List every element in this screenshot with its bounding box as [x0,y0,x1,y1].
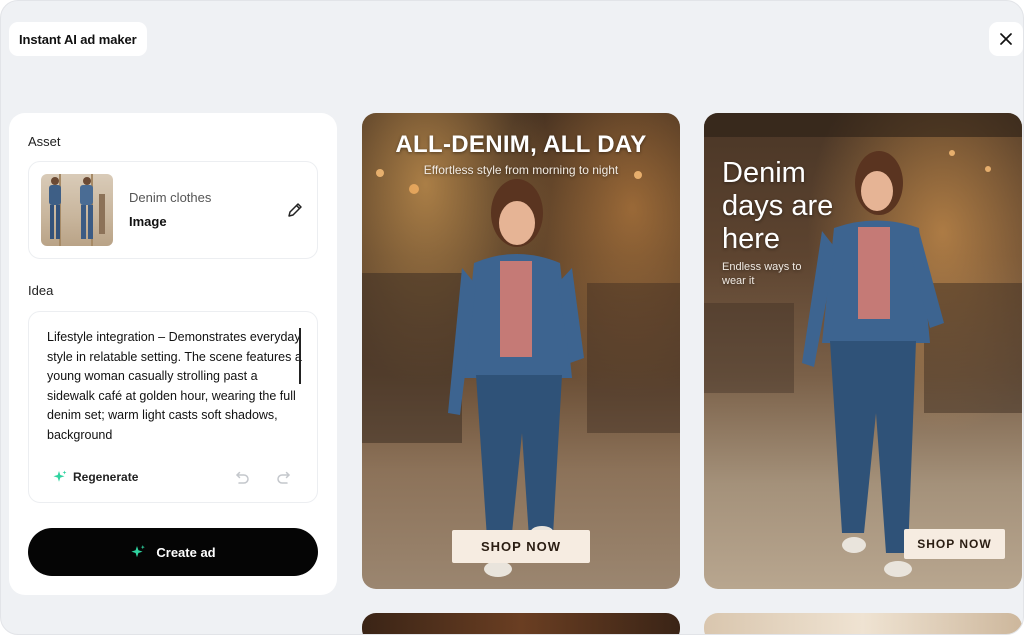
asset-card[interactable]: Denim clothes Image [28,161,318,259]
ad-photo-illustration [362,169,680,577]
edit-asset-button[interactable] [285,200,305,220]
undo-button[interactable] [233,470,251,486]
text-cursor [299,328,301,384]
idea-section-label: Idea [28,283,54,298]
idea-textarea[interactable]: Lifestyle integration – Demonstrates eve… [47,328,302,448]
redo-button[interactable] [275,470,293,486]
ad-subheadline: Effortless style from morning to night [423,163,619,177]
undo-icon [236,471,249,484]
create-ad-label: Create ad [156,544,216,560]
app-window: Instant AI ad maker Asset Denim clothes … [0,0,1024,635]
asset-section-label: Asset [28,134,61,149]
ad-variant-3[interactable] [362,613,680,634]
ad-variant-4[interactable] [704,613,1022,634]
create-ad-button[interactable]: Create ad [28,528,318,576]
ad-settings-panel: Asset Denim clothes Image Idea Lifestyle… [9,113,337,595]
ad-subheadline: Endless ways to wear it [722,261,802,287]
shop-now-button[interactable]: SHOP NOW [452,530,590,563]
regenerate-label: Regenerate [73,470,139,484]
redo-icon [277,471,290,484]
sparkle-icon [53,470,67,482]
pencil-icon [288,203,302,217]
shop-now-button[interactable]: SHOP NOW [904,529,1005,559]
ad-variant-1[interactable]: ALL-DENIM, ALL DAY Effortless style from… [362,113,680,589]
close-icon [1000,33,1012,45]
idea-card: Lifestyle integration – Demonstrates eve… [28,311,318,503]
asset-name: Denim clothes [129,190,212,205]
ad-headline: ALL-DENIM, ALL DAY [395,131,647,158]
sparkle-icon [131,545,146,558]
ad-variant-2[interactable]: Denim days are here Endless ways to wear… [704,113,1022,589]
ad-headline: Denim days are here [722,157,834,255]
close-button[interactable] [989,22,1023,56]
asset-thumbnail [41,174,113,246]
asset-type: Image [129,214,167,229]
regenerate-button[interactable]: Regenerate [53,470,138,484]
window-title: Instant AI ad maker [9,22,147,56]
